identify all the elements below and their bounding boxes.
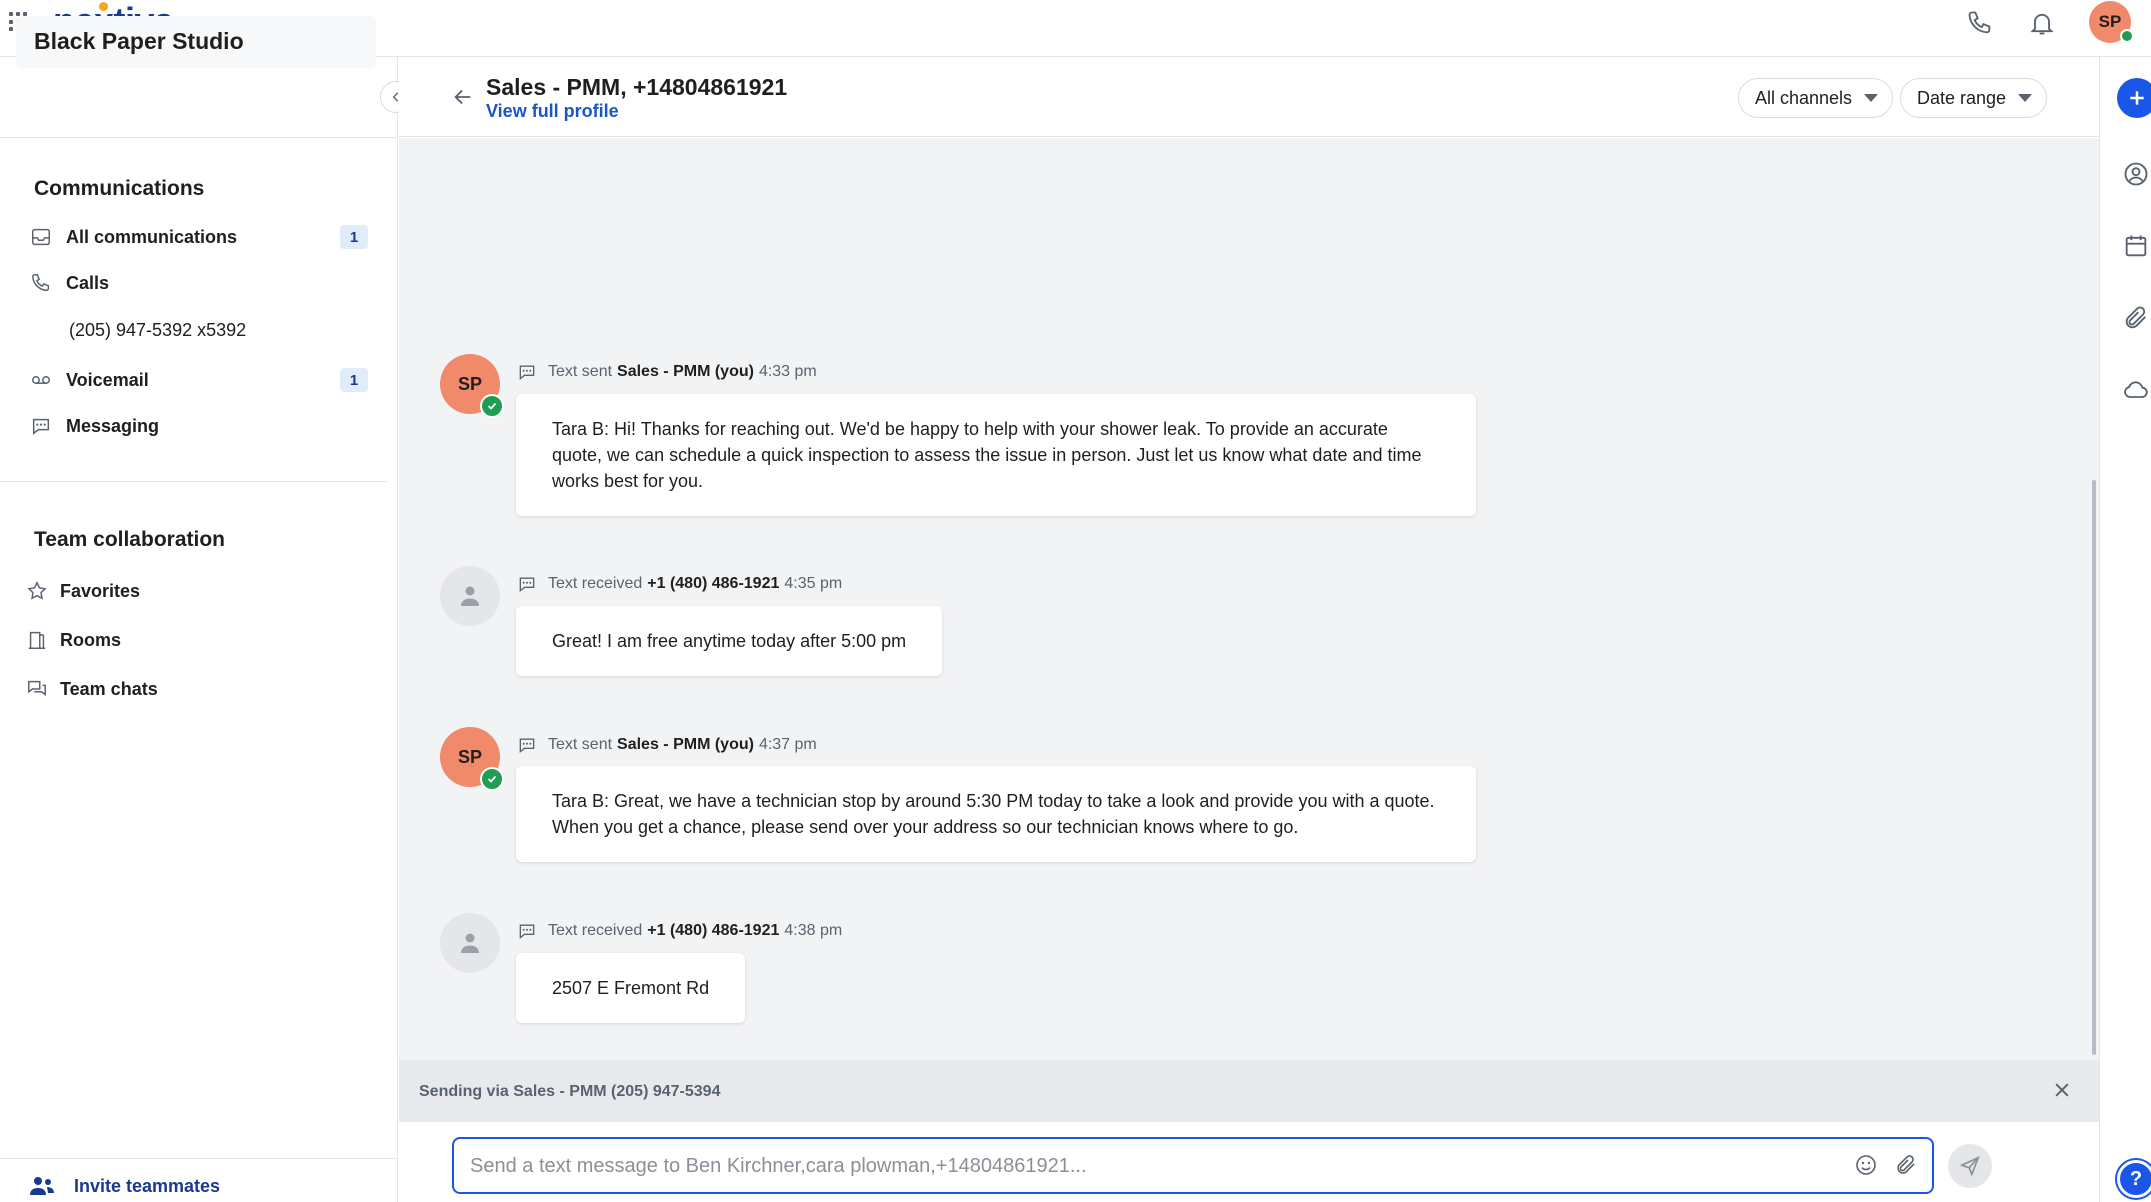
sidebar-item-label: Team chats: [60, 678, 158, 699]
sidebar-item-voicemail[interactable]: Voicemail 1: [28, 363, 368, 397]
new-action-button[interactable]: [2117, 78, 2151, 118]
attachment-icon[interactable]: [1894, 1153, 1918, 1177]
message-action: Text sent: [548, 363, 613, 380]
sidebar-item-label: Voicemail: [66, 369, 149, 390]
conversation-scrollbar[interactable]: [2092, 480, 2096, 1055]
door-icon: [24, 627, 50, 653]
plus-icon: [2130, 91, 2144, 105]
message-time: 4:33 pm: [758, 363, 817, 380]
dropdown-label: All channels: [1755, 87, 1853, 108]
chevron-down-icon: [1864, 94, 1879, 102]
message-action: Text sent: [548, 736, 613, 753]
sidebar-divider: [0, 137, 398, 138]
message-meta: Text sent Sales - PMM (you) 4:37 pm: [516, 735, 817, 755]
sidebar-divider: [0, 481, 388, 482]
unread-count-badge: 1: [340, 225, 368, 249]
message-time: 4:37 pm: [758, 736, 817, 753]
sender-avatar: SP: [440, 727, 504, 791]
voicemail-icon: [28, 367, 54, 393]
sidebar-item-calls[interactable]: Calls: [28, 266, 368, 300]
sidebar-item-messaging[interactable]: Messaging: [28, 409, 368, 443]
invite-teammates-label: Invite teammates: [74, 1175, 221, 1196]
sidebar-item-label: Calls: [66, 272, 110, 293]
text-message-icon: [519, 577, 535, 593]
contact-avatar: [440, 566, 500, 626]
sidebar-item-label: Rooms: [60, 629, 122, 650]
send-button[interactable]: [1948, 1144, 1992, 1188]
sidebar-item-label: Favorites: [60, 580, 141, 601]
contact-avatar: [440, 913, 500, 973]
message-action: Text received: [548, 922, 643, 939]
sender-avatar: SP: [440, 354, 504, 418]
sidebar-item-favorites[interactable]: Favorites: [24, 574, 364, 608]
message-action: Text received: [548, 575, 643, 592]
message-input[interactable]: [470, 1149, 1830, 1183]
text-message-icon: [519, 924, 535, 940]
online-status-indicator: [2120, 29, 2134, 43]
cloud-icon[interactable]: [2122, 376, 2150, 404]
person-icon: [461, 933, 479, 953]
close-icon[interactable]: [2052, 1080, 2072, 1100]
sidebar-item-label: All communications: [66, 226, 238, 247]
sidebar-item-call-line[interactable]: (205) 947-5392 x5392: [69, 320, 246, 341]
conversation-title: Sales - PMM, +14804861921: [486, 74, 788, 100]
all-channels-dropdown[interactable]: All channels: [1738, 78, 1894, 118]
message-sender: +1 (480) 486-1921: [647, 575, 780, 592]
invite-teammates-button[interactable]: Invite teammates: [28, 1174, 220, 1198]
star-icon: [24, 578, 50, 604]
dropdown-label: Date range: [1917, 87, 2007, 108]
invite-users-icon: [30, 1177, 54, 1195]
message-bubble: Tara B: Great, we have a technician stop…: [516, 766, 1476, 862]
message-sender: Sales - PMM (you): [617, 363, 754, 380]
emoji-icon[interactable]: [1854, 1153, 1878, 1177]
org-name: Black Paper Studio: [34, 28, 244, 54]
phone-icon[interactable]: [1966, 9, 1994, 37]
attachment-icon[interactable]: [2122, 304, 2150, 332]
team-collaboration-heading: Team collaboration: [34, 528, 225, 551]
message-bubble: Great! I am free anytime today after 5:0…: [516, 606, 943, 676]
sending-via-label: Sending via Sales - PMM (205) 947-5394: [419, 1083, 721, 1100]
chevron-down-icon: [2018, 94, 2033, 102]
sidebar-item-all-communications[interactable]: All communications 1: [28, 220, 368, 254]
sidebar-item-team-chats[interactable]: Team chats: [24, 672, 364, 706]
send-icon: [1959, 1156, 1980, 1177]
back-arrow-icon[interactable]: [452, 86, 474, 108]
team-chats-icon: [24, 676, 50, 702]
right-rail: [2099, 57, 2151, 1202]
check-icon: [480, 767, 504, 791]
view-full-profile-link[interactable]: View full profile: [486, 101, 619, 122]
calendar-icon[interactable]: [2122, 232, 2150, 260]
person-icon: [461, 586, 479, 606]
sidebar-item-rooms[interactable]: Rooms: [24, 623, 364, 657]
bell-icon[interactable]: [2028, 9, 2056, 37]
sidebar-item-label: Messaging: [66, 415, 160, 436]
text-message-icon: [519, 738, 535, 754]
communications-heading: Communications: [34, 177, 205, 200]
message-meta: Text received +1 (480) 486-1921 4:38 pm: [516, 921, 842, 941]
text-message-icon: [519, 365, 535, 381]
message-sender: +1 (480) 486-1921: [647, 922, 780, 939]
inbox-icon: [28, 224, 54, 250]
message-composer[interactable]: [452, 1137, 1934, 1194]
user-avatar[interactable]: SP: [2089, 1, 2134, 43]
check-icon: [480, 394, 504, 418]
chat-bubble-icon: [28, 413, 54, 439]
message-meta: Text received +1 (480) 486-1921 4:35 pm: [516, 574, 842, 594]
message-sender: Sales - PMM (you): [617, 736, 754, 753]
message-time: 4:35 pm: [784, 575, 843, 592]
help-button[interactable]: ?: [2117, 1160, 2151, 1198]
message-bubble: Tara B: Hi! Thanks for reaching out. We'…: [516, 394, 1476, 516]
date-range-dropdown[interactable]: Date range: [1900, 78, 2048, 118]
message-bubble: 2507 E Fremont Rd: [516, 953, 746, 1023]
message-meta: Text sent Sales - PMM (you) 4:33 pm: [516, 362, 817, 382]
phone-icon: [28, 270, 54, 296]
message-time: 4:38 pm: [784, 922, 843, 939]
unread-count-badge: 1: [340, 368, 368, 392]
contact-profile-icon[interactable]: [2122, 160, 2150, 188]
sidebar-divider: [0, 1158, 398, 1159]
